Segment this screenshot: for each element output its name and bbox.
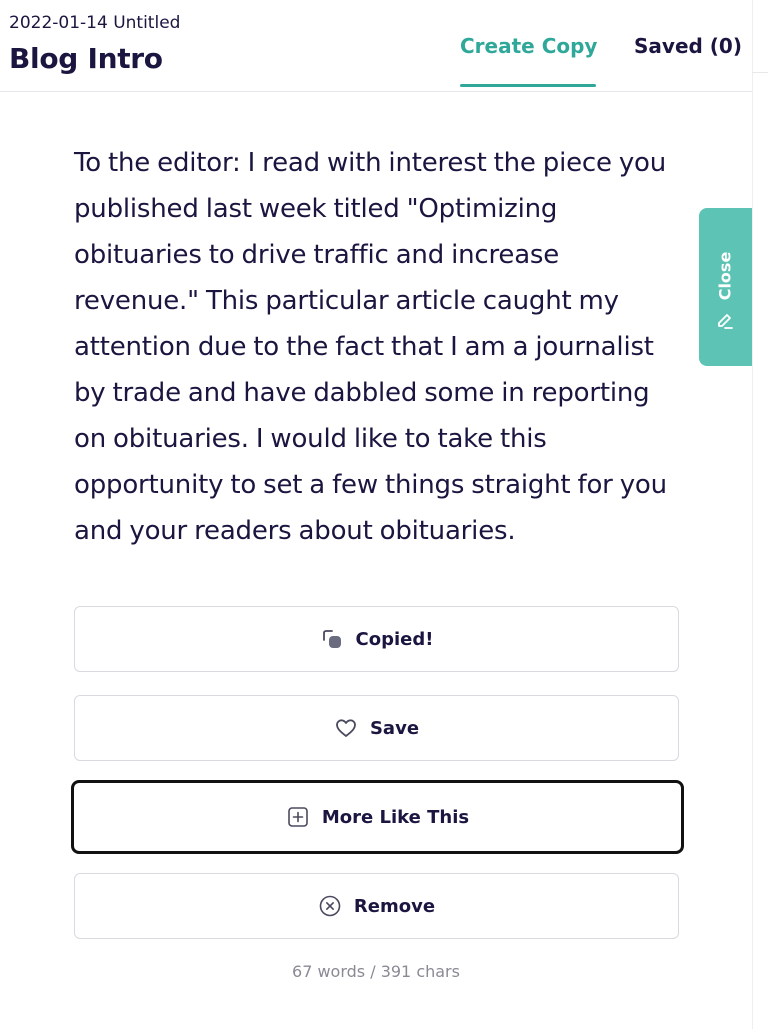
tab-saved[interactable]: Saved (0) <box>634 34 742 58</box>
more-like-this-button[interactable]: More Like This <box>71 780 684 854</box>
tab-create-copy[interactable]: Create Copy <box>460 34 597 58</box>
copy-button[interactable]: Copied! <box>74 606 679 672</box>
document-meta: 2022-01-14 Untitled <box>9 13 181 33</box>
more-like-this-label: More Like This <box>321 806 470 828</box>
pencil-icon <box>718 314 733 329</box>
right-divider <box>752 0 753 1029</box>
copy-result-page: 2022-01-14 Untitled Blog Intro Create Co… <box>0 0 768 1029</box>
header: 2022-01-14 Untitled Blog Intro Create Co… <box>0 0 752 92</box>
close-label: Close <box>715 251 735 301</box>
copy-icon <box>322 630 341 648</box>
active-tab-indicator <box>460 84 596 87</box>
heart-icon <box>336 719 356 737</box>
remove-button-label: Remove <box>353 895 436 917</box>
word-count-stats: 67 words / 391 chars <box>292 962 460 981</box>
save-button-label: Save <box>369 717 420 739</box>
remove-button[interactable]: Remove <box>74 873 679 939</box>
page-title: Blog Intro <box>9 42 163 75</box>
copy-button-label: Copied! <box>355 628 434 650</box>
save-button[interactable]: Save <box>74 695 679 761</box>
close-panel-button[interactable]: Close <box>699 208 752 366</box>
right-divider-tick <box>752 72 768 73</box>
x-circle-icon <box>319 895 341 917</box>
plus-square-icon <box>288 807 308 827</box>
generated-copy-text: To the editor: I read with interest the … <box>74 148 667 546</box>
